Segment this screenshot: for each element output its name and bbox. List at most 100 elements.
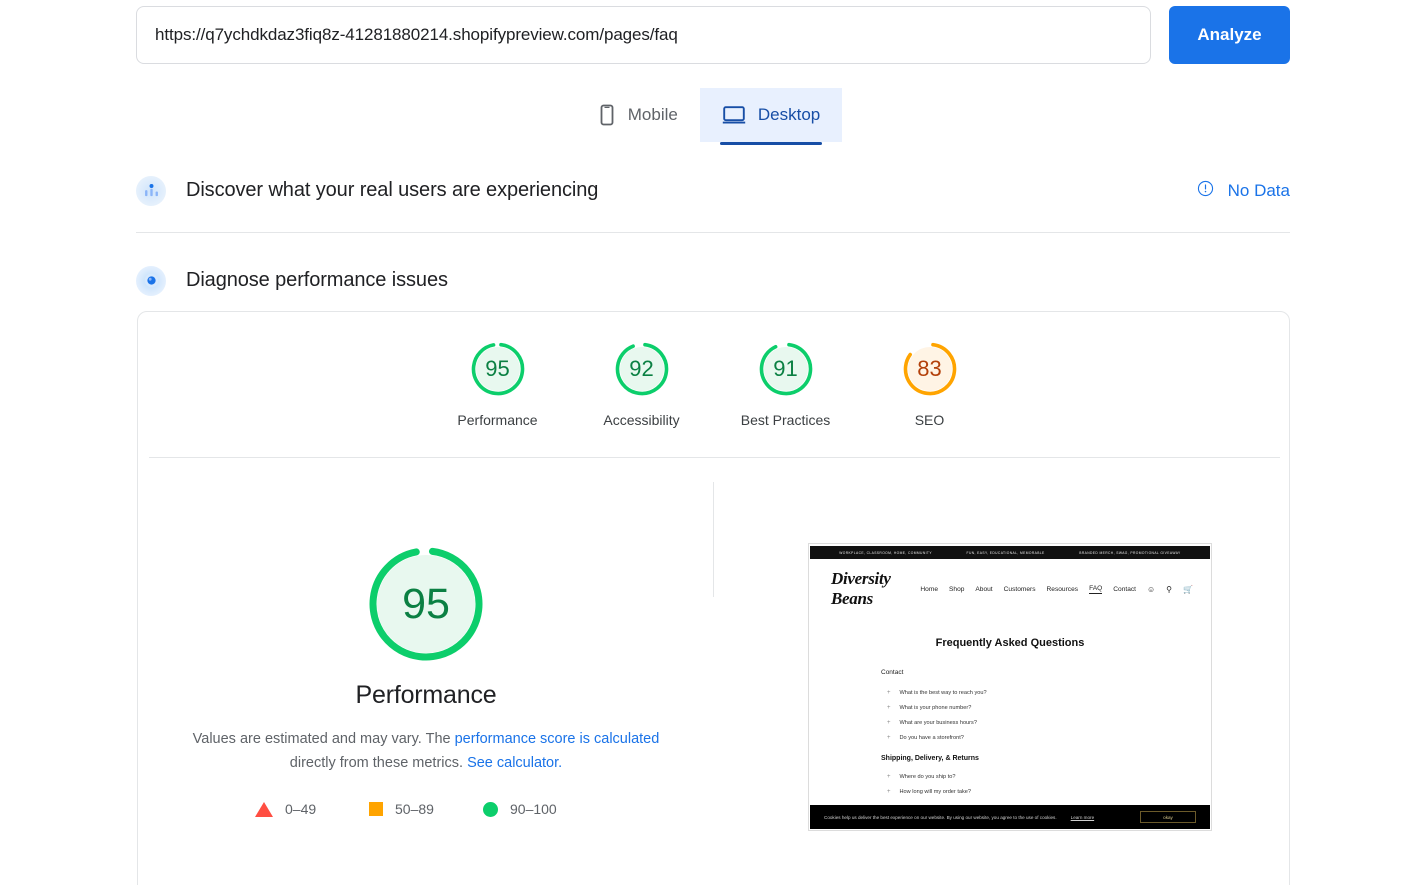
field-data-status[interactable]: No Data <box>1197 180 1290 202</box>
gauge-performance-label: Performance <box>457 412 538 428</box>
field-data-section-header: Discover what your real users are experi… <box>136 175 1290 206</box>
thumb-nav-customers: Customers <box>1003 585 1036 593</box>
plus-icon: + <box>887 735 891 741</box>
thumb-cookie-okay-button: okay <box>1140 811 1196 823</box>
see-calculator-link[interactable]: See calculator. <box>467 755 562 771</box>
lab-data-section-header: Diagnose performance issues <box>136 265 1290 296</box>
score-legend: 0–49 50–89 90–100 <box>255 801 597 817</box>
users-chart-icon <box>136 175 166 206</box>
thumb-cookie-learn-more-link: Learn more <box>1070 814 1095 820</box>
analyze-button[interactable]: Analyze <box>1169 6 1290 64</box>
thumb-announcement-bar: WORKPLACE, CLASSROOM, HOME, COMMUNITY FU… <box>810 546 1210 559</box>
account-icon: ☺ <box>1147 584 1156 594</box>
thumb-faq-item-label: What is your phone number? <box>899 705 972 711</box>
desktop-icon <box>722 105 746 125</box>
gauge-performance-value: 95 <box>485 356 510 381</box>
thumb-nav-home: Home <box>920 585 938 593</box>
thumb-faq-item-label: How long will my order take? <box>899 789 972 795</box>
thumb-faq-item-label: What are your business hours? <box>899 720 977 726</box>
page-screenshot-thumbnail: WORKPLACE, CLASSROOM, HOME, COMMUNITY FU… <box>808 543 1212 831</box>
thumb-site-header: Diversity Beans Home Shop About Customer… <box>809 559 1211 615</box>
diagnose-icon <box>136 265 166 296</box>
gauge-accessibility-value: 92 <box>629 356 654 381</box>
thumb-faq-item: + What is your phone number? <box>887 705 1211 711</box>
url-bar-row: https://q7ychdkdaz3fiq8z-41281880214.sho… <box>136 5 1290 65</box>
thumb-faq-item-label: Do you have a storefront? <box>899 735 964 741</box>
triangle-marker-icon <box>255 801 273 817</box>
gauge-best-practices[interactable]: 91 Best Practices <box>714 340 858 428</box>
exclamation-circle-icon <box>1197 180 1214 202</box>
thumb-page-heading: Frequently Asked Questions <box>935 637 1085 649</box>
lab-data-title: Diagnose performance issues <box>186 269 448 291</box>
thumb-group1-list: + What is the best way to reach you? + W… <box>887 690 1211 741</box>
tab-desktop[interactable]: Desktop <box>699 88 843 145</box>
thumb-faq-item-label: What is the best way to reach you? <box>899 690 987 696</box>
gauge-accessibility[interactable]: 92 Accessibility <box>570 340 714 428</box>
thumb-cookie-text: Cookies help us deliver the best experie… <box>824 814 1057 820</box>
thumb-group2-list: + Where do you ship to? + How long will … <box>887 774 1211 795</box>
gauge-seo[interactable]: 83 SEO <box>858 340 1002 428</box>
thumb-group2-title: Shipping, Delivery, & Returns <box>881 755 979 762</box>
field-data-status-label: No Data <box>1227 180 1290 200</box>
square-marker-icon <box>369 802 383 816</box>
field-data-title: Discover what your real users are experi… <box>186 179 599 201</box>
performance-score-note: Values are estimated and may vary. The p… <box>176 727 676 775</box>
thumb-nav-resources: Resources <box>1046 585 1079 593</box>
note-middle: directly from these metrics. <box>289 755 468 771</box>
thumb-logo: Diversity Beans <box>831 569 891 608</box>
tab-mobile[interactable]: Mobile <box>576 88 700 142</box>
gauge-performance-ring: 95 <box>469 340 527 398</box>
thumb-faq-item: + What is the best way to reach you? <box>887 690 1211 696</box>
plus-icon: + <box>887 789 891 795</box>
performance-score-calculated-link[interactable]: performance score is calculated <box>455 731 660 747</box>
detail-vertical-divider <box>713 482 714 597</box>
thumb-announce-3: BRANDED MERCH, SWAG, PROMOTIONAL GIVEAWA… <box>1079 550 1181 555</box>
gauge-best-practices-value: 91 <box>773 356 798 381</box>
gauge-best-practices-label: Best Practices <box>740 412 831 428</box>
plus-icon: + <box>887 705 891 711</box>
thumb-announce-2: FUN, EASY, EDUCATIONAL, MEMORABLE <box>966 550 1045 555</box>
cart-icon: 🛒 <box>1183 584 1193 594</box>
tab-desktop-label: Desktop <box>757 105 821 124</box>
thumb-faq-item: + Do you have a storefront? <box>887 735 1211 741</box>
plus-icon: + <box>887 690 891 696</box>
thumb-faq-item-label: Where do you ship to? <box>899 774 956 780</box>
thumb-announce-1: WORKPLACE, CLASSROOM, HOME, COMMUNITY <box>839 550 932 555</box>
mobile-icon <box>598 104 616 126</box>
legend-range-good: 90–100 <box>510 801 557 817</box>
legend-item-poor: 0–49 <box>255 801 369 817</box>
legend-item-good: 90–100 <box>483 801 597 817</box>
pagespeed-insights-page: https://q7ychdkdaz3fiq8z-41281880214.sho… <box>0 0 1418 885</box>
url-input[interactable]: https://q7ychdkdaz3fiq8z-41281880214.sho… <box>136 6 1151 64</box>
plus-icon: + <box>887 774 891 780</box>
performance-gauge-large-label: Performance <box>355 681 497 709</box>
thumb-nav-shop: Shop <box>949 585 965 593</box>
circle-marker-icon <box>483 801 498 817</box>
thumb-faq-item: + How long will my order take? <box>887 789 1211 795</box>
score-gauges-row: 95 Performance 92 Accessibility 91 Best … <box>138 312 1289 428</box>
thumb-nav: Home Shop About Customers Resources FAQ … <box>920 585 1193 594</box>
thumb-nav-faq: FAQ <box>1089 584 1103 594</box>
thumb-group1-title: Contact <box>881 669 904 676</box>
tab-mobile-label: Mobile <box>627 105 678 124</box>
gauge-seo-label: SEO <box>914 412 945 428</box>
gauge-accessibility-ring: 92 <box>613 340 671 398</box>
gauge-seo-value: 83 <box>917 356 942 381</box>
legend-range-poor: 0–49 <box>285 801 317 817</box>
thumb-nav-about: About <box>975 585 993 593</box>
legend-range-average: 50–89 <box>395 801 434 817</box>
legend-item-average: 50–89 <box>369 801 483 817</box>
search-icon: ⚲ <box>1166 584 1173 594</box>
thumb-faq-item: + What are your business hours? <box>887 720 1211 726</box>
performance-gauge-large: 95 <box>367 545 485 663</box>
gauge-performance[interactable]: 95 Performance <box>426 340 570 428</box>
gauge-best-practices-ring: 91 <box>757 340 815 398</box>
thumb-faq-item: + Where do you ship to? <box>887 774 1211 780</box>
device-tabs: Mobile Desktop <box>0 88 1418 145</box>
thumb-nav-contact: Contact <box>1113 585 1136 593</box>
note-prefix: Values are estimated and may vary. The <box>192 731 455 747</box>
thumb-cookie-banner: Cookies help us deliver the best experie… <box>810 805 1210 829</box>
performance-gauge-large-value: 95 <box>402 579 450 628</box>
plus-icon: + <box>887 720 891 726</box>
gauge-accessibility-label: Accessibility <box>603 412 680 428</box>
